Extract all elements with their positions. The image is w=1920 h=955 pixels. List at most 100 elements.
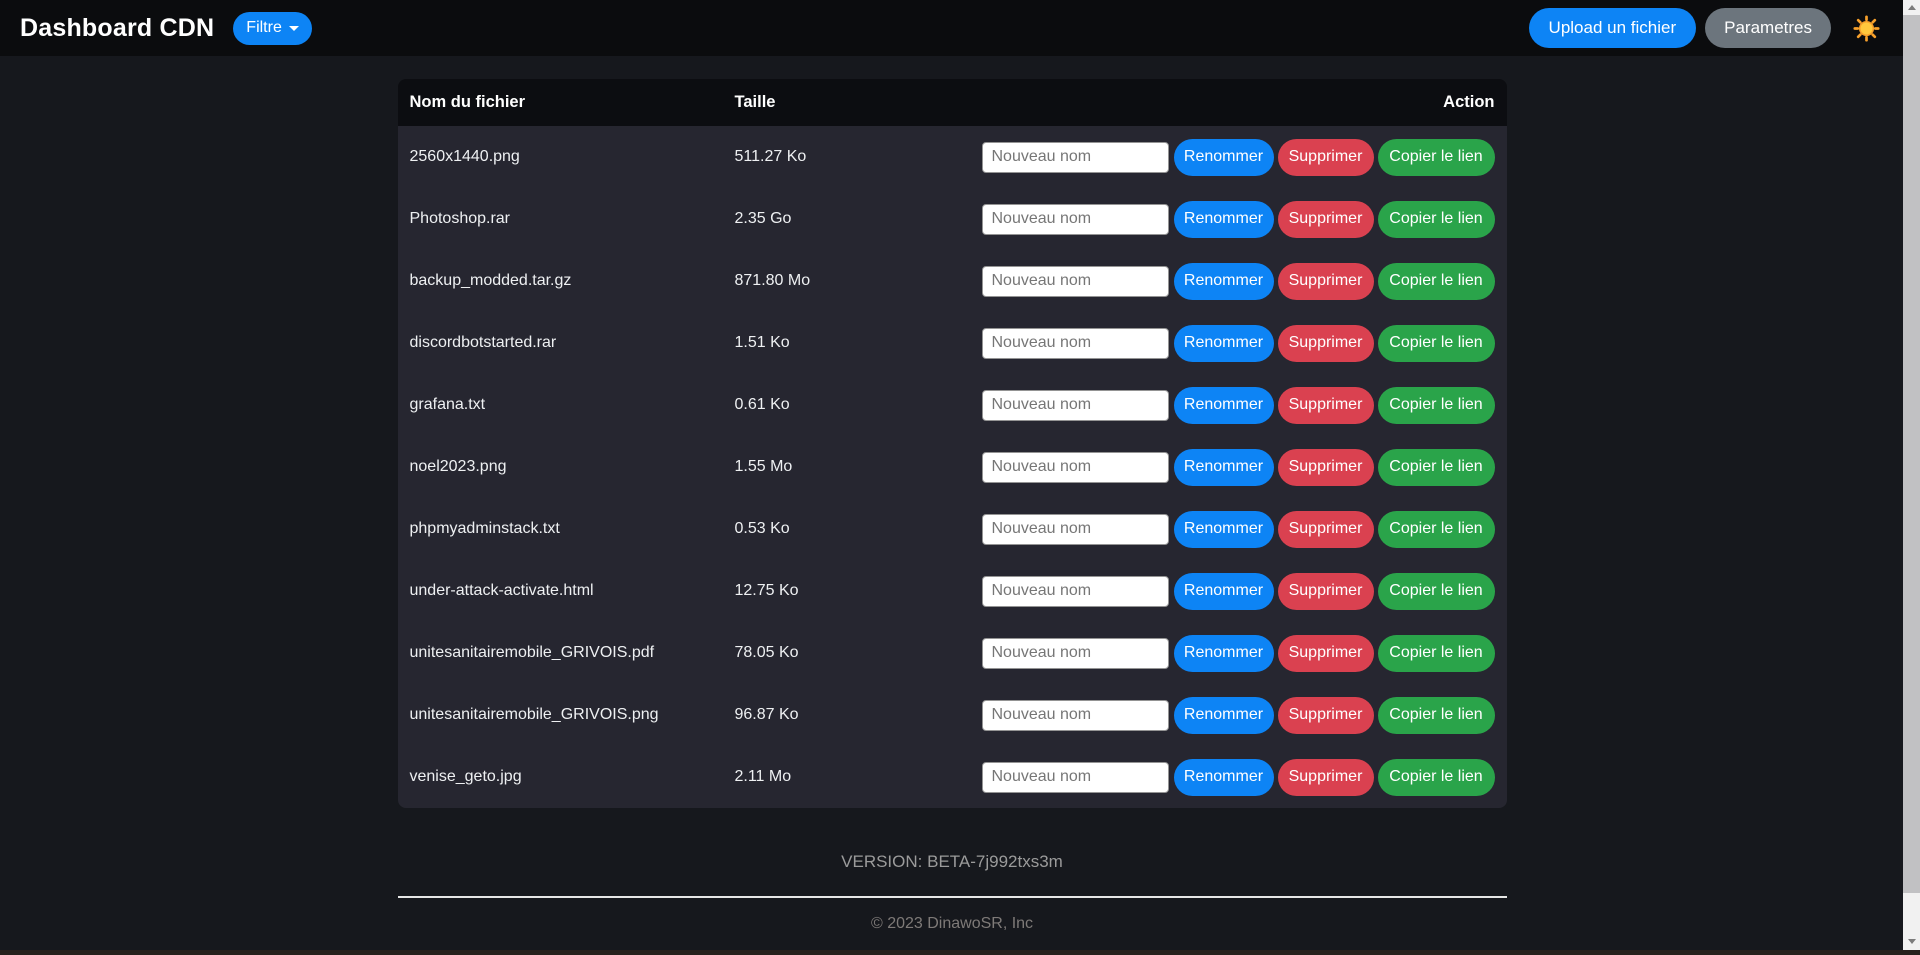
- rename-input[interactable]: [982, 390, 1169, 421]
- file-name: discordbotstarted.rar: [410, 334, 735, 352]
- rename-input[interactable]: [982, 638, 1169, 669]
- rename-button[interactable]: Renommer: [1174, 759, 1274, 796]
- table-row: noel2023.png 1.55 Mo Renommer Supprimer …: [398, 436, 1507, 498]
- sun-icon: [1853, 15, 1880, 42]
- copy-link-button[interactable]: Copier le lien: [1378, 201, 1495, 238]
- file-size: 1.55 Mo: [735, 458, 982, 476]
- filter-dropdown-button[interactable]: Filtre: [233, 12, 312, 45]
- file-name: unitesanitairemobile_GRIVOIS.png: [410, 706, 735, 724]
- rename-input[interactable]: [982, 204, 1169, 235]
- file-size: 871.80 Mo: [735, 272, 982, 290]
- file-size: 511.27 Ko: [735, 148, 982, 166]
- table-row: unitesanitairemobile_GRIVOIS.pdf 78.05 K…: [398, 622, 1507, 684]
- column-header-size: Taille: [735, 93, 1444, 112]
- delete-button[interactable]: Supprimer: [1278, 325, 1374, 362]
- file-size: 96.87 Ko: [735, 706, 982, 724]
- table-row: under-attack-activate.html 12.75 Ko Reno…: [398, 560, 1507, 622]
- rename-button[interactable]: Renommer: [1174, 635, 1274, 672]
- table-body: 2560x1440.png 511.27 Ko Renommer Supprim…: [398, 126, 1507, 808]
- rename-input[interactable]: [982, 266, 1169, 297]
- file-name: noel2023.png: [410, 458, 735, 476]
- file-name: 2560x1440.png: [410, 148, 735, 166]
- delete-button[interactable]: Supprimer: [1278, 449, 1374, 486]
- file-size: 2.11 Mo: [735, 768, 982, 786]
- column-header-name: Nom du fichier: [410, 93, 735, 112]
- rename-button[interactable]: Renommer: [1174, 511, 1274, 548]
- file-size: 12.75 Ko: [735, 582, 982, 600]
- file-name: under-attack-activate.html: [410, 582, 735, 600]
- copy-link-button[interactable]: Copier le lien: [1378, 387, 1495, 424]
- delete-button[interactable]: Supprimer: [1278, 759, 1374, 796]
- file-size: 1.51 Ko: [735, 334, 982, 352]
- copy-link-button[interactable]: Copier le lien: [1378, 449, 1495, 486]
- delete-button[interactable]: Supprimer: [1278, 263, 1374, 300]
- rename-input[interactable]: [982, 452, 1169, 483]
- copy-link-button[interactable]: Copier le lien: [1378, 573, 1495, 610]
- rename-input[interactable]: [982, 328, 1169, 359]
- upload-file-button[interactable]: Upload un fichier: [1529, 8, 1697, 48]
- arrow-down-icon: [1908, 939, 1916, 944]
- copy-link-button[interactable]: Copier le lien: [1378, 697, 1495, 734]
- table-row: discordbotstarted.rar 1.51 Ko Renommer S…: [398, 312, 1507, 374]
- copy-link-button[interactable]: Copier le lien: [1378, 263, 1495, 300]
- delete-button[interactable]: Supprimer: [1278, 573, 1374, 610]
- rename-button[interactable]: Renommer: [1174, 387, 1274, 424]
- settings-button[interactable]: Parametres: [1705, 8, 1831, 48]
- rename-button[interactable]: Renommer: [1174, 201, 1274, 238]
- copy-link-button[interactable]: Copier le lien: [1378, 759, 1495, 796]
- theme-toggle-button[interactable]: [1853, 15, 1880, 42]
- file-name: Photoshop.rar: [410, 210, 735, 228]
- scroll-down-button[interactable]: [1903, 934, 1920, 949]
- filter-dropdown-label: Filtre: [246, 19, 282, 37]
- rename-button[interactable]: Renommer: [1174, 573, 1274, 610]
- arrow-up-icon: [1908, 5, 1916, 10]
- copy-link-button[interactable]: Copier le lien: [1378, 325, 1495, 362]
- rename-input[interactable]: [982, 700, 1169, 731]
- table-row: backup_modded.tar.gz 871.80 Mo Renommer …: [398, 250, 1507, 312]
- table-row: 2560x1440.png 511.27 Ko Renommer Supprim…: [398, 126, 1507, 188]
- delete-button[interactable]: Supprimer: [1278, 511, 1374, 548]
- navbar: Dashboard CDN Filtre Upload un fichier P…: [0, 0, 1920, 56]
- delete-button[interactable]: Supprimer: [1278, 139, 1374, 176]
- rename-input[interactable]: [982, 142, 1169, 173]
- table-row: unitesanitairemobile_GRIVOIS.png 96.87 K…: [398, 684, 1507, 746]
- file-name: grafana.txt: [410, 396, 735, 414]
- main-area: Nom du fichier Taille Action 2560x1440.p…: [0, 56, 1904, 933]
- rename-button[interactable]: Renommer: [1174, 697, 1274, 734]
- rename-input[interactable]: [982, 762, 1169, 793]
- delete-button[interactable]: Supprimer: [1278, 697, 1374, 734]
- rename-input[interactable]: [982, 576, 1169, 607]
- version-text: VERSION: BETA-7j992txs3m: [398, 852, 1507, 872]
- caret-down-icon: [289, 26, 299, 31]
- bottom-edge-strip: [0, 950, 1920, 955]
- app-title: Dashboard CDN: [20, 14, 214, 43]
- footer-divider: [398, 896, 1507, 898]
- rename-button[interactable]: Renommer: [1174, 139, 1274, 176]
- file-name: venise_geto.jpg: [410, 768, 735, 786]
- delete-button[interactable]: Supprimer: [1278, 635, 1374, 672]
- table-row: venise_geto.jpg 2.11 Mo Renommer Supprim…: [398, 746, 1507, 808]
- table-row: phpmyadminstack.txt 0.53 Ko Renommer Sup…: [398, 498, 1507, 560]
- file-size: 0.53 Ko: [735, 520, 982, 538]
- file-table: Nom du fichier Taille Action 2560x1440.p…: [398, 79, 1507, 808]
- file-name: backup_modded.tar.gz: [410, 272, 735, 290]
- file-name: unitesanitairemobile_GRIVOIS.pdf: [410, 644, 735, 662]
- scroll-up-button[interactable]: [1903, 0, 1920, 15]
- file-size: 0.61 Ko: [735, 396, 982, 414]
- copy-link-button[interactable]: Copier le lien: [1378, 635, 1495, 672]
- table-header-row: Nom du fichier Taille Action: [398, 79, 1507, 126]
- rename-button[interactable]: Renommer: [1174, 263, 1274, 300]
- delete-button[interactable]: Supprimer: [1278, 387, 1374, 424]
- delete-button[interactable]: Supprimer: [1278, 201, 1374, 238]
- rename-button[interactable]: Renommer: [1174, 325, 1274, 362]
- copy-link-button[interactable]: Copier le lien: [1378, 511, 1495, 548]
- rename-input[interactable]: [982, 514, 1169, 545]
- copyright-text: © 2023 DinawoSR, Inc: [398, 915, 1507, 933]
- scrollbar-thumb[interactable]: [1903, 15, 1920, 893]
- copy-link-button[interactable]: Copier le lien: [1378, 139, 1495, 176]
- file-size: 78.05 Ko: [735, 644, 982, 662]
- rename-button[interactable]: Renommer: [1174, 449, 1274, 486]
- scrollbar[interactable]: [1903, 0, 1920, 955]
- table-row: Photoshop.rar 2.35 Go Renommer Supprimer…: [398, 188, 1507, 250]
- column-header-action: Action: [1443, 93, 1494, 112]
